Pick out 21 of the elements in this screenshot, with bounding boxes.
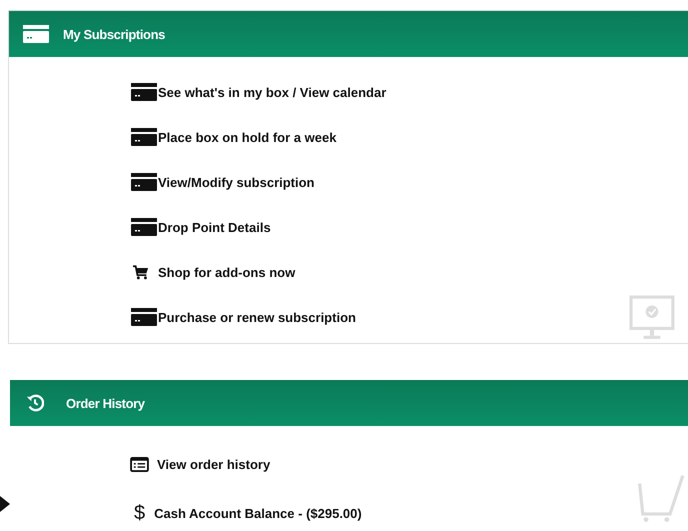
menu-link[interactable]: Purchase or renew subscription [131, 306, 356, 328]
card-icon [131, 173, 157, 191]
cart-icon [133, 264, 149, 280]
menu-link[interactable]: Place box on hold for a week [131, 126, 336, 148]
menu-link[interactable]: View/Modify subscription [131, 171, 315, 193]
menu-link[interactable]: $ Cash Account Balance - ($295.00) [130, 502, 362, 524]
panel-title: My Subscriptions [63, 26, 165, 42]
pointer-icon [0, 496, 10, 512]
menu-link[interactable]: Drop Point Details [131, 216, 271, 238]
card-icon [131, 128, 157, 146]
menu-link[interactable]: Shop for add-ons now [131, 261, 296, 283]
panel-title: Order History [66, 396, 145, 410]
card-icon [131, 218, 157, 236]
dollar-icon: $ [134, 502, 146, 524]
card-icon [23, 25, 49, 43]
menu-link[interactable]: See what's in my box / View calendar [131, 81, 386, 103]
list-icon [130, 456, 149, 472]
history-icon [26, 394, 44, 412]
card-icon [131, 83, 157, 101]
menu-link[interactable]: View order history [130, 453, 270, 475]
card-icon [131, 308, 157, 326]
